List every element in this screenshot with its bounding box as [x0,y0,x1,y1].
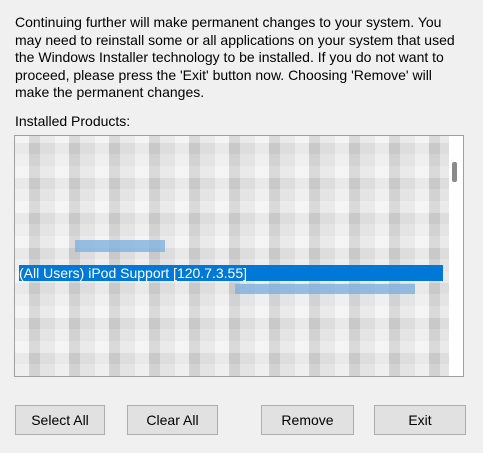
select-all-button[interactable]: Select All [15,405,105,435]
exit-button[interactable]: Exit [374,405,466,435]
remove-button[interactable]: Remove [261,405,354,435]
intro-message: Continuing further will make permanent c… [15,14,455,100]
installed-products-list[interactable]: (All Users) iPod Support [120.7.3.55] [14,135,464,377]
clear-all-button[interactable]: Clear All [127,405,218,435]
scrollbar-thumb[interactable] [452,162,457,182]
obscured-highlight [235,284,415,294]
list-scrollbar[interactable] [449,136,463,376]
installed-products-label: Installed Products: [15,113,131,129]
list-item-selected[interactable]: (All Users) iPod Support [120.7.3.55] [19,265,443,281]
obscured-list-content [15,136,455,376]
obscured-highlight [75,240,165,252]
